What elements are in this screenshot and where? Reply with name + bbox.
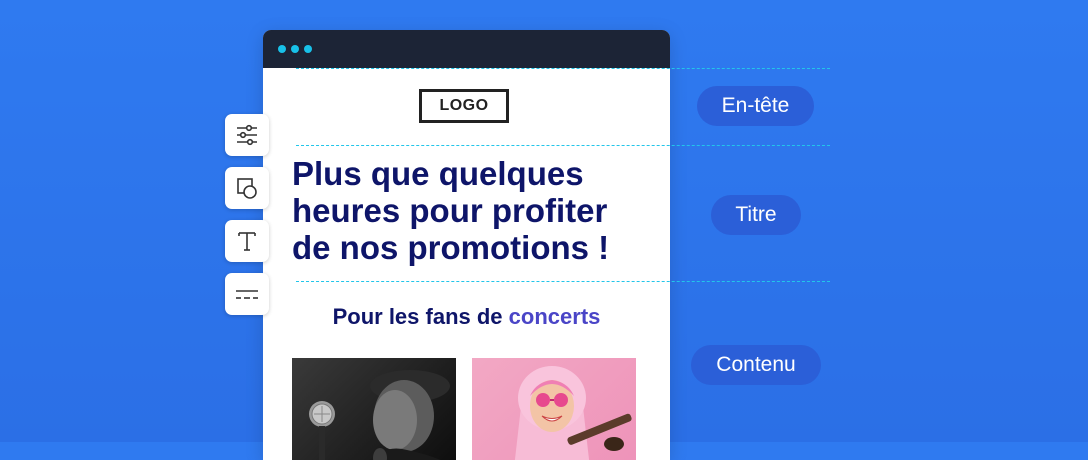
content-subheading[interactable]: Pour les fans de concerts: [263, 304, 670, 330]
sliders-icon: [237, 124, 257, 146]
email-headline[interactable]: Plus que quelques heures pour profiter d…: [292, 155, 652, 266]
window-dot-icon: [304, 45, 312, 53]
shapes-icon: [237, 178, 257, 199]
window-dot-icon: [291, 45, 299, 53]
section-label-text: Titre: [735, 203, 777, 226]
singer-photo-illustration: [309, 370, 450, 460]
headline-line: de nos promotions !: [292, 229, 610, 266]
divider-tool-button[interactable]: [225, 273, 269, 315]
subheading-accent: concerts: [508, 304, 601, 329]
section-guide-line: [296, 145, 830, 146]
logo-placeholder[interactable]: LOGO: [419, 89, 509, 123]
window-titlebar: [263, 30, 670, 68]
section-guide-line: [296, 281, 830, 282]
subheading-prefix: Pour les fans de: [332, 304, 503, 329]
headline-line: Plus que quelques: [292, 155, 584, 192]
text-tool-button[interactable]: [225, 220, 269, 262]
content-image-guitarist[interactable]: [472, 358, 636, 460]
settings-tool-button[interactable]: [225, 114, 269, 156]
window-dot-icon: [278, 45, 286, 53]
section-guide-line: [296, 68, 830, 69]
content-image-singer[interactable]: [292, 358, 456, 460]
divider-icon: [236, 290, 258, 299]
email-preview-window: LOGO Plus que quelques heures pour profi…: [263, 30, 670, 460]
headline-line: heures pour profiter: [292, 192, 608, 229]
guitarist-photo-illustration: [514, 366, 632, 460]
section-label-text: En-tête: [721, 94, 790, 117]
section-label-title[interactable]: Titre: [711, 195, 801, 235]
shapes-tool-button[interactable]: [225, 167, 269, 209]
section-label-header[interactable]: En-tête: [697, 86, 814, 126]
text-icon: [238, 232, 256, 251]
section-label-text: Contenu: [716, 353, 796, 376]
logo-text: LOGO: [439, 97, 489, 114]
section-label-content[interactable]: Contenu: [691, 345, 821, 385]
